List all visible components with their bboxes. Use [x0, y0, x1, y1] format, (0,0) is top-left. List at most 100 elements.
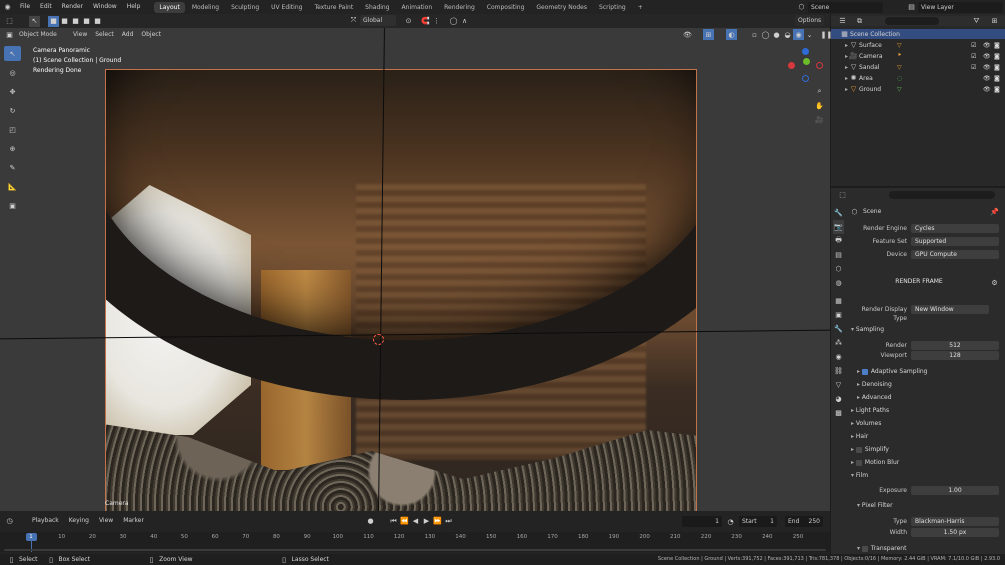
section-light-paths[interactable]: ▸ Light Paths: [851, 406, 889, 416]
tab-shading[interactable]: Shading: [360, 2, 394, 13]
outliner-search-input[interactable]: [885, 17, 939, 25]
render-camera-icon[interactable]: ◙: [994, 53, 1000, 60]
visibility-icon[interactable]: 👁: [682, 29, 693, 40]
z-axis-icon[interactable]: [802, 48, 809, 55]
section-simplify[interactable]: ▸ Simplify: [851, 445, 889, 455]
neg-z-axis-icon[interactable]: [802, 75, 809, 82]
view-layer-tab-icon[interactable]: ▤: [833, 248, 844, 262]
tool-tab-icon[interactable]: 🔧: [833, 206, 844, 220]
tab-geometry-nodes[interactable]: Geometry Nodes: [531, 2, 592, 13]
select-tool-icon[interactable]: ↖: [4, 46, 21, 61]
modifier-tab-icon[interactable]: 🔧: [833, 322, 844, 336]
checkbox-icon[interactable]: ☑: [971, 42, 976, 49]
x-axis-icon[interactable]: [788, 62, 795, 69]
render-frame-button[interactable]: RENDER FRAME: [851, 278, 987, 285]
play-reverse-icon[interactable]: ◀: [410, 516, 421, 527]
end-frame-field[interactable]: End 250: [785, 516, 823, 527]
properties-search-input[interactable]: [889, 191, 995, 199]
3d-viewport[interactable]: Camera Panoramic (1) Scene Collection | …: [0, 28, 830, 511]
render-frame-settings-icon[interactable]: ⚙: [989, 277, 1000, 288]
scene-tab-icon[interactable]: ⬡: [833, 262, 844, 276]
pin-icon[interactable]: 📌: [989, 206, 1000, 217]
display-mode-icon[interactable]: ⧉: [854, 16, 865, 27]
move-tool-icon[interactable]: ✥: [4, 84, 21, 99]
start-frame-field[interactable]: Start 1: [739, 516, 777, 527]
render-camera-icon[interactable]: ◙: [994, 75, 1000, 82]
current-frame-field[interactable]: 1: [682, 516, 722, 527]
tab-rendering[interactable]: Rendering: [439, 2, 480, 13]
tab-layout[interactable]: Layout: [154, 1, 185, 13]
falloff-icon[interactable]: ∧: [459, 15, 470, 26]
select-subtract-icon[interactable]: ■: [70, 16, 81, 27]
zoom-icon[interactable]: ⌕: [814, 86, 825, 97]
outliner-row-area[interactable]: ▸ ✺ Area ◌ 👁 ◙: [831, 73, 1005, 83]
select-intersect-icon[interactable]: ■: [92, 16, 103, 27]
blender-logo-icon[interactable]: ◉: [2, 2, 13, 13]
timeline-editor-icon[interactable]: ◷: [4, 516, 15, 527]
tab-compositing[interactable]: Compositing: [482, 2, 530, 13]
checkbox-icon[interactable]: ☑: [971, 64, 976, 71]
add-workspace-button[interactable]: +: [633, 2, 648, 13]
timeline-scrollbar[interactable]: [4, 549, 826, 551]
viewport-samples-field[interactable]: 128: [911, 351, 999, 360]
eye-icon[interactable]: 👁: [983, 42, 991, 49]
snap-icon[interactable]: 🧲: [420, 15, 431, 26]
tab-animation[interactable]: Animation: [397, 2, 438, 13]
next-keyframe-icon[interactable]: ⏩: [432, 516, 443, 527]
transform-orientation-dropdown[interactable]: Global: [360, 15, 396, 26]
render-tab-icon[interactable]: 📷: [833, 220, 844, 234]
select-mode-icon[interactable]: ↖: [29, 15, 40, 27]
outliner-row-camera[interactable]: ▸ 🎥 Camera ⯈ ☑ 👁 ◙: [831, 51, 1005, 61]
section-advanced[interactable]: ▸ Advanced: [857, 393, 892, 403]
overlay-toggle-icon[interactable]: ◐: [726, 29, 737, 40]
motion-blur-checkbox[interactable]: [855, 459, 862, 466]
transform-tool-icon[interactable]: ⊕: [4, 141, 21, 156]
prev-keyframe-icon[interactable]: ⏪: [399, 516, 410, 527]
eye-icon[interactable]: 👁: [983, 53, 991, 60]
menu-edit[interactable]: Edit: [35, 0, 57, 14]
eye-icon[interactable]: 👁: [983, 64, 991, 71]
properties-editor-icon[interactable]: ⬚: [837, 190, 848, 201]
menu-render[interactable]: Render: [57, 0, 88, 14]
navigation-gizmo[interactable]: [786, 48, 824, 84]
device-dropdown[interactable]: GPU Compute: [911, 250, 999, 259]
timeline-menu-keying[interactable]: Keying: [64, 515, 94, 527]
section-hair[interactable]: ▸ Hair: [851, 432, 868, 442]
section-sampling[interactable]: ▾ Sampling: [851, 325, 884, 335]
output-tab-icon[interactable]: 🖶: [833, 234, 844, 248]
viewport-menu-add[interactable]: Add: [118, 28, 138, 41]
render-samples-field[interactable]: 512: [911, 341, 999, 350]
world-tab-icon[interactable]: ◍: [833, 276, 844, 290]
filter-icon[interactable]: ⛛: [971, 16, 982, 27]
filter-type-dropdown[interactable]: Blackman-Harris: [911, 517, 999, 526]
viewport-menu-object[interactable]: Object: [137, 28, 165, 41]
select-invert-icon[interactable]: ■: [81, 16, 92, 27]
mode-dropdown[interactable]: Object Mode: [16, 29, 68, 40]
filter-width-field[interactable]: 1.50 px: [911, 528, 999, 537]
eye-icon[interactable]: 👁: [983, 86, 991, 93]
render-camera-icon[interactable]: ◙: [994, 42, 1000, 49]
viewport-menu-view[interactable]: View: [69, 28, 91, 41]
scene-selector[interactable]: Scene: [808, 1, 883, 13]
section-film[interactable]: ▾ Film: [851, 471, 868, 481]
annotate-tool-icon[interactable]: ✎: [4, 160, 21, 175]
material-shading-icon[interactable]: ◒: [782, 29, 793, 40]
view-layer-selector[interactable]: View Layer: [918, 1, 1003, 13]
section-pixel-filter[interactable]: ▾ Pixel Filter: [857, 501, 893, 511]
xray-icon[interactable]: ▫: [749, 29, 760, 40]
section-adaptive-sampling[interactable]: ▸ Adaptive Sampling: [857, 367, 927, 377]
jump-start-icon[interactable]: ⏮: [388, 516, 399, 527]
outliner-row-scene-collection[interactable]: ▦ Scene Collection: [831, 29, 1005, 39]
select-new-icon[interactable]: ■: [48, 15, 59, 27]
menu-window[interactable]: Window: [88, 0, 122, 14]
gizmo-toggle-icon[interactable]: ⊞: [703, 29, 714, 40]
section-motion-blur[interactable]: ▸ Motion Blur: [851, 458, 899, 468]
feature-set-dropdown[interactable]: Supported: [911, 237, 999, 246]
timeline-menu-playback[interactable]: Playback: [27, 515, 64, 527]
jump-end-icon[interactable]: ⏭: [443, 516, 454, 527]
tab-scripting[interactable]: Scripting: [594, 2, 631, 13]
physics-tab-icon[interactable]: ◉: [833, 350, 844, 364]
outliner-row-ground[interactable]: ▸ ▽ Ground ▽ 👁 ◙: [831, 84, 1005, 94]
pan-hand-icon[interactable]: ✋: [814, 100, 825, 111]
constraints-tab-icon[interactable]: ⛓: [833, 364, 844, 378]
